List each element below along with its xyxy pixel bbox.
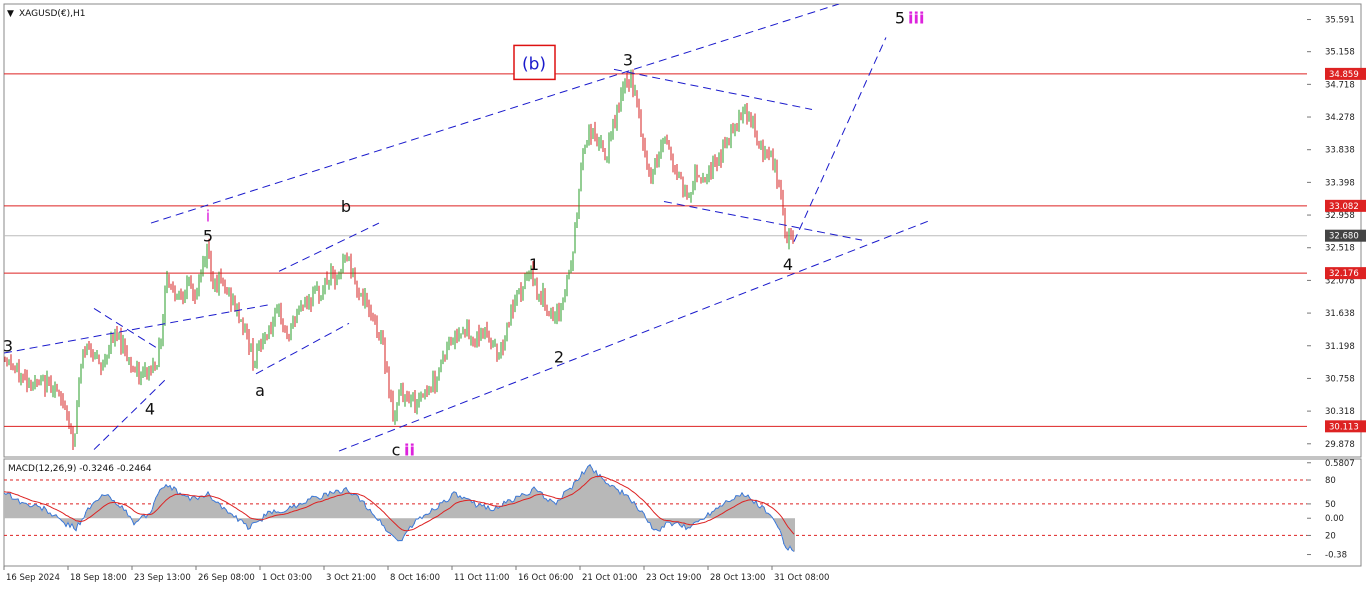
wave-label: 3	[623, 51, 633, 70]
time-tick-label: 31 Oct 08:00	[774, 573, 829, 583]
macd-tick-label: 50	[1325, 500, 1336, 510]
time-tick-label: 26 Sep 08:00	[198, 573, 255, 583]
macd-tick-label: 80	[1325, 476, 1336, 486]
time-tick-label: 8 Oct 16:00	[390, 573, 440, 583]
level-tag-label: 33.082	[1329, 202, 1359, 212]
wave-label: 5	[895, 8, 905, 27]
time-tick-label: 3 Oct 21:00	[326, 573, 376, 583]
triangle-down-icon[interactable]: ▼	[7, 9, 14, 19]
wave-label: i	[206, 207, 210, 226]
level-tag-label: 32.176	[1329, 269, 1359, 279]
wave-label-suffix: ii	[404, 441, 415, 460]
chart-svg[interactable]: (b) 35 iiii5b1 42a43c ii 35.59135.15834.7183…	[0, 0, 1366, 588]
wave-label: 3	[3, 337, 13, 356]
macd-tick-label: 0.00	[1325, 514, 1344, 524]
macd-title: MACD(12,26,9) -0.3246 -0.2464	[8, 464, 152, 474]
time-tick-label: 23 Oct 19:00	[646, 573, 701, 583]
wave-label: c	[392, 441, 401, 460]
time-tick-label: 23 Sep 13:00	[134, 573, 191, 583]
price-tick-label: 30.318	[1325, 407, 1355, 417]
price-tick-label: 30.758	[1325, 374, 1355, 384]
wave-label: 4	[145, 400, 155, 419]
wave-label: a	[255, 381, 265, 400]
wave-label: 5	[203, 227, 213, 246]
price-tick-label: 34.278	[1325, 113, 1355, 123]
level-tag-label: 34.859	[1329, 70, 1359, 80]
price-tick-label: 32.518	[1325, 244, 1355, 254]
price-tick-label: 31.638	[1325, 309, 1355, 319]
time-tick-label: 16 Sep 2024	[6, 573, 60, 583]
price-tick-label: 35.158	[1325, 48, 1355, 58]
wave-label: (b)	[522, 54, 546, 74]
time-tick-label: 1 Oct 03:00	[262, 573, 312, 583]
chart-window[interactable]: (b) 3 5 iii i 5 b 1 4 2 a 4 3 c ii 35.591 35.158 34.718 3…	[0, 0, 1366, 588]
chart-title: XAGUSD(€),H1	[19, 9, 85, 19]
current-price-label: 32.680	[1329, 232, 1359, 242]
price-tick-label: 31.198	[1325, 342, 1355, 352]
level-tag-label: 30.113	[1329, 422, 1359, 432]
wave-label-suffix: iii	[908, 8, 924, 27]
time-tick-label: 28 Oct 13:00	[710, 573, 765, 583]
wave-label: 2	[554, 348, 564, 367]
price-tick-label: 35.591	[1325, 16, 1355, 26]
price-tick-label: 29.878	[1325, 440, 1355, 450]
macd-tick-label: 0.5807	[1325, 459, 1355, 469]
price-tick-label: 33.398	[1325, 178, 1355, 188]
time-tick-label: 21 Oct 01:00	[582, 573, 637, 583]
wave-label: b	[341, 197, 351, 216]
wave-label: 1	[529, 255, 539, 274]
price-tick-label: 32.958	[1325, 211, 1355, 221]
time-tick-label: 16 Oct 06:00	[518, 573, 573, 583]
price-tick-label: 33.838	[1325, 146, 1355, 156]
time-tick-label: 18 Sep 18:00	[70, 573, 127, 583]
wave-label: 4	[783, 255, 793, 274]
time-tick-label: 11 Oct 11:00	[454, 573, 509, 583]
price-tick-label: 34.718	[1325, 80, 1355, 90]
macd-tick-label: 20	[1325, 531, 1336, 541]
macd-tick-label: -0.38	[1325, 551, 1347, 561]
